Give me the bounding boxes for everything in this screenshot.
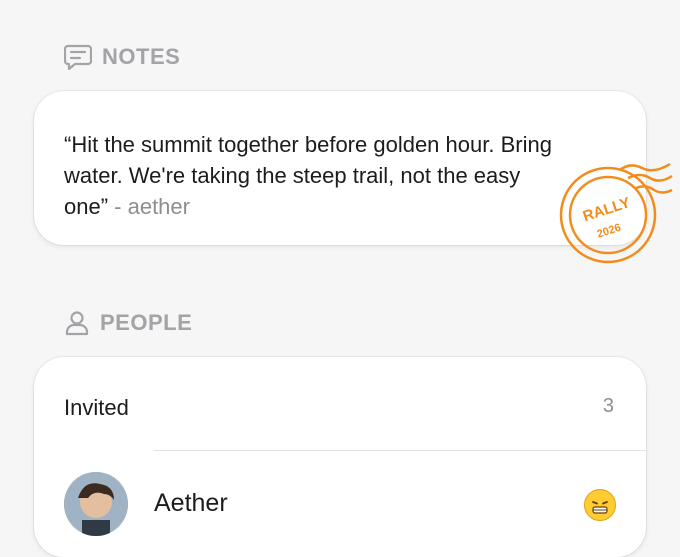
invited-label: Invited bbox=[64, 395, 129, 420]
people-section-title: PEOPLE bbox=[100, 310, 193, 335]
note-author: - aether bbox=[108, 194, 190, 219]
avatar[interactable] bbox=[64, 472, 128, 536]
invited-count: 3 bbox=[602, 395, 614, 417]
people-section-header: PEOPLE bbox=[64, 310, 192, 336]
divider bbox=[154, 450, 646, 451]
stamp-line1: RALLY bbox=[581, 194, 632, 225]
notes-section-header: NOTES bbox=[64, 44, 180, 70]
stamp-line2: 2026 bbox=[596, 222, 623, 241]
grimacing-emoji-icon bbox=[584, 489, 616, 521]
notes-section-title: NOTES bbox=[102, 44, 181, 69]
rally-stamp: RALLY 2026 bbox=[548, 150, 678, 280]
person-icon bbox=[64, 310, 90, 336]
member-name[interactable]: Aether bbox=[154, 489, 228, 518]
note-text: “Hit the summit together before golden h… bbox=[64, 129, 564, 222]
people-card: Invited 3 Aether bbox=[34, 357, 646, 557]
notes-icon bbox=[64, 44, 92, 70]
